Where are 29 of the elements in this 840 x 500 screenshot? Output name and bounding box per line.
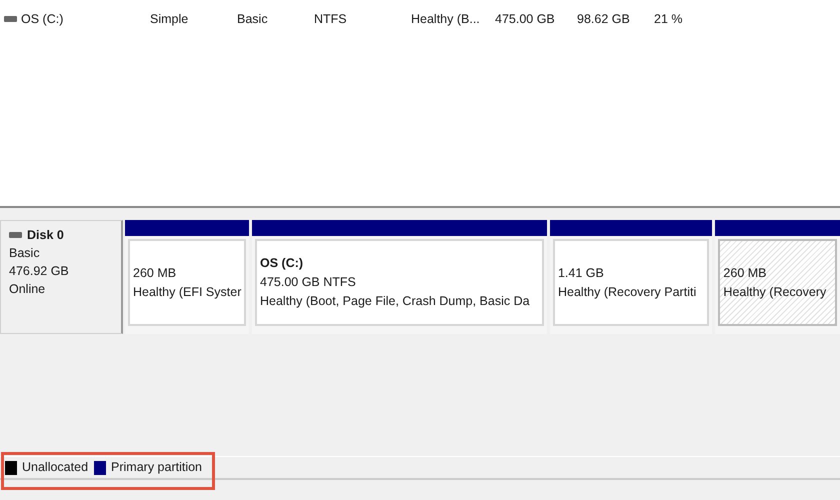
table-cell-text: 98.62 GB <box>577 11 631 28</box>
partition-block[interactable]: 260 MB Healthy (EFI Syster <box>128 239 246 326</box>
table-cell-text: 475.00 GB <box>495 11 556 28</box>
partition-status: Healthy (EFI Syster <box>133 284 241 301</box>
table-cell-text: NTFS <box>314 11 348 28</box>
legend-label: Primary partition <box>111 459 202 476</box>
disk-size: 476.92 GB <box>9 263 70 280</box>
table-cell-text: Basic <box>237 11 269 28</box>
partition-block[interactable]: OS (C:) 475.00 GB NTFS Healthy (Boot, Page File, Crash Dump, Basic Da <box>255 239 544 326</box>
partition-size: 260 MB <box>723 264 768 282</box>
table-cell-text: Simple <box>150 11 190 28</box>
drive-icon <box>9 232 22 238</box>
partition-size: 260 MB <box>133 264 178 282</box>
partition-block[interactable]: 260 MB Healthy (Recovery <box>718 239 837 326</box>
partition-size: 1.41 GB <box>558 264 605 282</box>
disk-name: Disk 0 <box>27 227 64 244</box>
drive-icon <box>4 16 17 22</box>
partition-status: Healthy (Recovery <box>723 284 828 301</box>
legend-label: Unallocated <box>22 459 88 476</box>
partition-status: Healthy (Recovery Partiti <box>558 284 698 301</box>
partition-size: 475.00 GB NTFS <box>260 274 357 291</box>
table-cell-text: 21 % <box>654 11 684 28</box>
disk-type: Basic <box>9 245 41 262</box>
partition-status: Healthy (Boot, Page File, Crash Dump, Basic Da <box>260 293 531 310</box>
table-cell-text: Healthy (B... <box>411 11 481 28</box>
partition-label: OS (C:) <box>260 255 304 272</box>
volume-name: OS (C:) <box>21 11 64 28</box>
disk-state: Online <box>9 281 46 298</box>
partition-block[interactable]: 1.41 GB Healthy (Recovery Partiti <box>552 239 710 326</box>
